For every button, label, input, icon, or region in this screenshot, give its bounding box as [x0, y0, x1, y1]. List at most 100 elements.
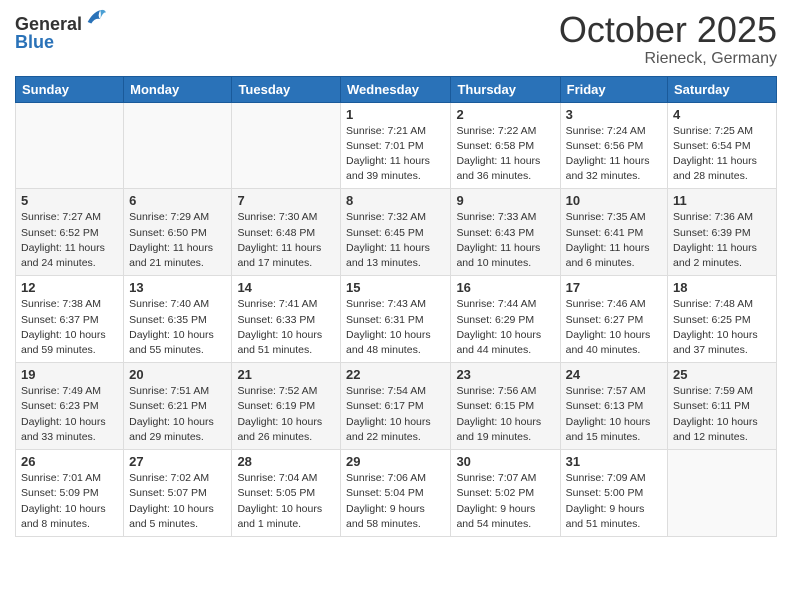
day-info-line: Daylight: 9 hours: [346, 503, 425, 515]
table-row: 11Sunrise: 7:36 AMSunset: 6:39 PMDayligh…: [668, 189, 777, 276]
day-info-line: Daylight: 11 hours: [566, 155, 650, 167]
calendar-week-row: 12Sunrise: 7:38 AMSunset: 6:37 PMDayligh…: [16, 276, 777, 363]
day-info-line: Sunset: 6:23 PM: [21, 400, 99, 412]
day-info-line: Sunset: 6:45 PM: [346, 227, 424, 239]
day-info-line: Sunset: 6:33 PM: [237, 314, 315, 326]
day-info: Sunrise: 7:35 AM Sunset: 6:41 PM Daylight:…: [566, 210, 662, 271]
day-info-line: Sunrise: 7:41 AM: [237, 298, 317, 310]
table-row: 25Sunrise: 7:59 AMSunset: 6:11 PMDayligh…: [668, 363, 777, 450]
day-number: 22: [346, 367, 445, 382]
day-info-line: Daylight: 10 hours: [456, 329, 541, 341]
day-info-line: and 33 minutes.: [21, 431, 96, 443]
day-info-line: and 24 minutes.: [21, 257, 96, 269]
day-number: 29: [346, 454, 445, 469]
calendar-table: Sunday Monday Tuesday Wednesday Thursday…: [15, 76, 777, 537]
title-area: October 2025 Rieneck, Germany: [559, 10, 777, 68]
day-info: Sunrise: 7:24 AMSunset: 6:56 PMDaylight:…: [566, 124, 662, 185]
day-info-line: Sunrise: 7:04 AM: [237, 472, 317, 484]
day-info: Sunrise: 7:09 AMSunset: 5:00 PMDaylight:…: [566, 471, 662, 532]
logo: General Blue: [15, 15, 106, 51]
day-info-line: and 19 minutes.: [456, 431, 531, 443]
day-info: Sunrise: 7:40 AMSunset: 6:35 PMDaylight:…: [129, 297, 226, 358]
day-info-line: Sunset: 6:17 PM: [346, 400, 424, 412]
calendar-container: General Blue October 2025 Rieneck, Germa…: [0, 0, 792, 552]
day-number: 19: [21, 367, 118, 382]
day-info-line: Sunrise: 7:43 AM: [346, 298, 426, 310]
day-info: Sunrise: 7:43 AMSunset: 6:31 PMDaylight:…: [346, 297, 445, 358]
day-info: Sunrise: 7:59 AMSunset: 6:11 PMDaylight:…: [673, 384, 771, 445]
day-info-line: Sunset: 6:13 PM: [566, 400, 644, 412]
day-info-line: Sunrise: 7:21 AM: [346, 125, 426, 137]
day-info-line: Daylight: 9 hours: [456, 503, 535, 515]
table-row: 1Sunrise: 7:21 AMSunset: 7:01 PMDaylight…: [341, 102, 451, 189]
header-sunday: Sunday: [16, 76, 124, 102]
day-info: Sunrise: 7:33 AMSunset: 6:43 PMDaylight:…: [456, 210, 554, 271]
day-info-line: Daylight: 11 hours: [566, 242, 650, 254]
day-info: Sunrise: 7:49 AMSunset: 6:23 PMDaylight:…: [21, 384, 118, 445]
day-info-line: Daylight: 11 hours: [129, 242, 213, 254]
day-info-line: and 2 minutes.: [673, 257, 742, 269]
day-info-line: Sunset: 6:41 PM: [566, 227, 644, 239]
day-info-line: Daylight: 11 hours: [346, 155, 430, 167]
day-info-line: Sunrise: 7:46 AM: [566, 298, 646, 310]
day-info-line: and 12 minutes.: [673, 431, 748, 443]
day-info-line: and 8 minutes.: [21, 518, 90, 530]
day-info-line: Sunrise: 7:36 AM: [673, 211, 753, 223]
day-info-line: Sunrise: 7:30 AM: [237, 211, 317, 223]
day-info-line: Daylight: 11 hours: [21, 242, 105, 254]
day-info-line: Sunset: 6:52 PM: [21, 227, 99, 239]
day-info-line: and 32 minutes.: [566, 170, 641, 182]
day-info-line: Daylight: 10 hours: [237, 503, 322, 515]
day-number: 15: [346, 280, 445, 295]
day-info-line: Daylight: 10 hours: [346, 329, 431, 341]
day-info-line: Sunset: 6:39 PM: [673, 227, 751, 239]
day-info: Sunrise: 7:57 AMSunset: 6:13 PMDaylight:…: [566, 384, 662, 445]
day-info-line: Daylight: 11 hours: [673, 155, 757, 167]
day-number: 3: [566, 107, 662, 122]
table-row: 29 Sunrise: 7:06 AMSunset: 5:04 PMDayligh…: [341, 450, 451, 537]
day-info: Sunrise: 7:30 AMSunset: 6:48 PMDaylight:…: [237, 210, 335, 271]
day-info-line: Sunset: 5:04 PM: [346, 487, 424, 499]
day-info: Sunrise: 7:36 AMSunset: 6:39 PMDaylight:…: [673, 210, 771, 271]
day-number: 31: [566, 454, 662, 469]
day-info-line: Daylight: 10 hours: [129, 416, 214, 428]
day-info-line: and 5 minutes.: [129, 518, 198, 530]
day-info-line: Sunset: 6:27 PM: [566, 314, 644, 326]
day-info-line: and 44 minutes.: [456, 344, 531, 356]
day-info: Sunrise: 7:06 AMSunset: 5:04 PMDaylight:…: [346, 471, 445, 532]
table-row: 13Sunrise: 7:40 AMSunset: 6:35 PMDayligh…: [124, 276, 232, 363]
day-info-line: Sunrise: 7:49 AM: [21, 385, 101, 397]
day-info-line: Daylight: 10 hours: [129, 329, 214, 341]
day-info-line: Sunset: 6:11 PM: [673, 400, 750, 412]
table-row: 6Sunrise: 7:29 AMSunset: 6:50 PMDaylight…: [124, 189, 232, 276]
day-info-line: Sunrise: 7:33 AM: [456, 211, 536, 223]
day-info-line: and 22 minutes.: [346, 431, 421, 443]
table-row: 12Sunrise: 7:38 AMSunset: 6:37 PMDayligh…: [16, 276, 124, 363]
day-info-line: Sunrise: 7:59 AM: [673, 385, 753, 397]
day-info-line: and 59 minutes.: [21, 344, 96, 356]
day-info-line: Daylight: 11 hours: [456, 242, 540, 254]
day-info-line: and 48 minutes.: [346, 344, 421, 356]
day-info-line: Sunrise: 7:54 AM: [346, 385, 426, 397]
day-info: Sunrise: 7:51 AMSunset: 6:21 PMDaylight:…: [129, 384, 226, 445]
table-row: 15 Sunrise: 7:43 AMSunset: 6:31 PMDayligh…: [341, 276, 451, 363]
day-info-line: Daylight: 9 hours: [566, 503, 645, 515]
day-info-line: and 6 minutes.: [566, 257, 635, 269]
day-info: Sunrise: 7:04 AMSunset: 5:05 PMDaylight:…: [237, 471, 335, 532]
day-info-line: and 54 minutes.: [456, 518, 531, 530]
day-info-line: Sunset: 6:37 PM: [21, 314, 99, 326]
day-info-line: Sunset: 6:25 PM: [673, 314, 751, 326]
table-row: 26Sunrise: 7:01 AMSunset: 5:09 PMDayligh…: [16, 450, 124, 537]
day-info-line: Sunset: 6:15 PM: [456, 400, 534, 412]
day-number: 12: [21, 280, 118, 295]
day-info-line: Sunrise: 7:09 AM: [566, 472, 646, 484]
day-info-line: Daylight: 10 hours: [129, 503, 214, 515]
table-row: 3 Sunrise: 7:24 AMSunset: 6:56 PMDaylight…: [560, 102, 667, 189]
day-info-line: and 51 minutes.: [237, 344, 312, 356]
day-info-line: and 37 minutes.: [673, 344, 748, 356]
day-info-line: Sunrise: 7:40 AM: [129, 298, 209, 310]
day-info-line: Sunrise: 7:35 AM: [566, 211, 646, 223]
day-info-line: Sunrise: 7:44 AM: [456, 298, 536, 310]
day-info-line: Sunrise: 7:24 AM: [566, 125, 646, 137]
day-number: 24: [566, 367, 662, 382]
